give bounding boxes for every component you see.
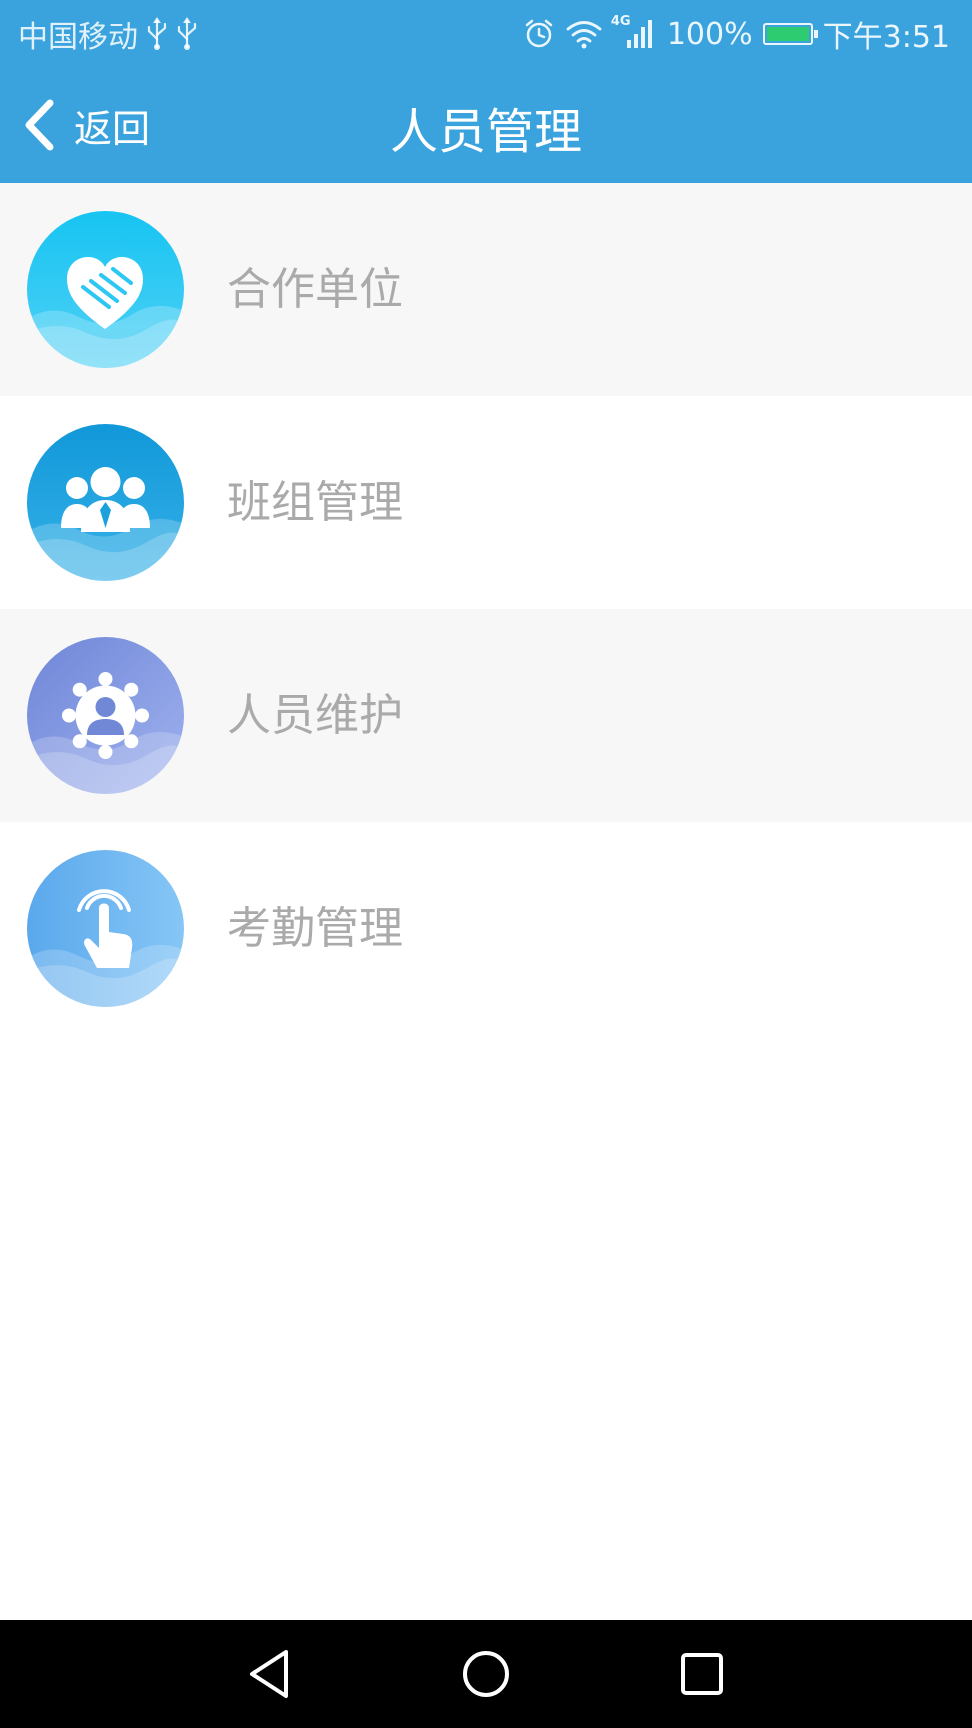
back-label: 返回 xyxy=(74,106,151,151)
status-right: 4G 100% 下午3:51 xyxy=(523,14,950,55)
system-nav-bar xyxy=(0,1620,972,1728)
usb-icon xyxy=(146,14,168,54)
team-icon xyxy=(27,424,184,581)
finger-tap-icon xyxy=(27,850,184,1007)
menu-item-partner-units[interactable]: 合作单位 xyxy=(0,183,972,396)
menu-item-team-management[interactable]: 班组管理 xyxy=(0,396,972,609)
user-settings-icon xyxy=(27,637,184,794)
chevron-left-icon xyxy=(22,98,56,152)
network-type-label: 4G xyxy=(610,14,631,29)
menu-item-label: 合作单位 xyxy=(227,264,403,315)
app-header: 中国移动 4G 100% 下午3:51 返回 人员管理 xyxy=(0,0,972,183)
battery-percent: 100% xyxy=(666,16,753,52)
system-back-button[interactable] xyxy=(238,1642,302,1706)
battery-icon xyxy=(762,23,818,45)
usb-debug-icon xyxy=(176,14,198,54)
home-circle-icon xyxy=(461,1649,511,1699)
menu-item-label: 考勤管理 xyxy=(227,903,403,954)
back-button[interactable]: 返回 xyxy=(22,90,150,160)
menu-item-personnel-maintenance[interactable]: 人员维护 xyxy=(0,609,972,822)
battery-fill xyxy=(766,27,809,41)
menu-item-attendance-management[interactable]: 考勤管理 xyxy=(0,822,972,1035)
recents-square-icon xyxy=(679,1651,725,1697)
status-left: 中国移动 xyxy=(18,14,198,55)
system-home-button[interactable] xyxy=(454,1642,518,1706)
wifi-icon xyxy=(565,14,603,54)
screen: 中国移动 4G 100% 下午3:51 返回 人员管理 合作单位 班组管理 人员… xyxy=(0,0,972,1728)
handshake-icon xyxy=(27,211,184,368)
menu-list: 合作单位 班组管理 人员维护 考勤管理 xyxy=(0,183,972,1035)
signal-icon: 4G xyxy=(610,14,657,54)
nav-bar: 返回 人员管理 xyxy=(0,66,972,183)
status-bar: 中国移动 4G 100% 下午3:51 xyxy=(0,0,972,66)
clock: 下午3:51 xyxy=(822,20,950,55)
menu-item-label: 人员维护 xyxy=(227,690,403,741)
menu-item-label: 班组管理 xyxy=(227,477,403,528)
alarm-icon xyxy=(523,14,555,54)
carrier-label: 中国移动 xyxy=(18,20,138,55)
system-recents-button[interactable] xyxy=(670,1642,734,1706)
back-triangle-icon xyxy=(246,1648,294,1700)
